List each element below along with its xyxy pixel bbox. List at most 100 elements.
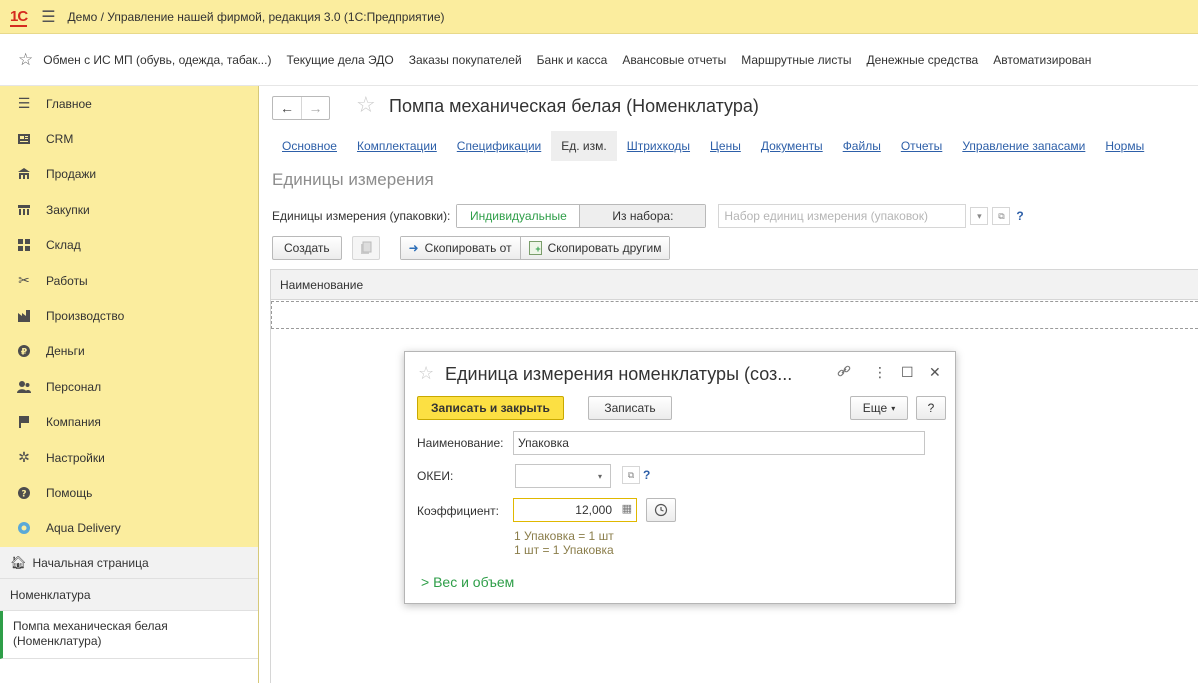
calculator-icon[interactable]: ▦ [622,502,632,515]
weight-volume-label: Вес и объем [433,574,515,590]
sidebar-item-label: Aqua Delivery [46,521,121,536]
favorite-star-icon[interactable]: ☆ [418,363,434,384]
app-logo: 1С [10,8,28,27]
tab-files[interactable]: Файлы [833,131,891,161]
create-button[interactable]: Создать [272,236,342,260]
dialog-title: Единица измерения номенклатуры (соз... [445,364,793,384]
conversion-hint: 1 Упаковка = 1 шт [514,529,614,543]
unit-dialog: ☆ Единица измерения номенклатуры (соз...… [404,351,956,604]
tab-barcodes[interactable]: Штрихкоды [617,131,700,161]
tab-main[interactable]: Основное [272,131,347,161]
units-mode-row: Единицы измерения (упаковки): Индивидуал… [272,204,1024,228]
svg-text:?: ? [21,489,26,499]
okei-input[interactable]: ▾ [515,464,611,488]
tab-documents[interactable]: Документы [751,131,833,161]
active-window-item[interactable]: Помпа механическая белая (Номенклатура) [0,611,258,659]
units-mode-switch: Индивидуальные Из набора: [456,204,707,228]
home-page-label: Начальная страница [32,555,149,570]
chevron-right-icon: > [421,574,430,590]
option-individual[interactable]: Индивидуальные [457,205,580,227]
copy-from-label: Скопировать от [424,241,512,255]
section-title: Единицы измерения [272,170,434,189]
sidebar-item-label: Продажи [46,167,97,182]
weight-volume-group[interactable]: > Вес и объем [421,574,514,590]
coefficient-input[interactable]: 12,000 ▦ [513,498,637,522]
close-icon[interactable]: ✕ [929,364,941,381]
copy-icon[interactable] [351,236,380,260]
menu-icon[interactable]: ☰ [41,7,55,27]
tab-norms[interactable]: Нормы [1095,131,1154,161]
sidebar-item-staff[interactable]: Персонал [0,369,258,404]
name-input[interactable]: Упаковка [513,431,925,455]
save-and-close-button[interactable]: Записать и закрыть [417,396,564,420]
tab-prices[interactable]: Цены [700,131,751,161]
dropdown-icon[interactable]: ▾ [590,465,610,487]
help-icon[interactable]: ? [643,468,650,482]
open-window-item[interactable]: Номенклатура [0,579,258,611]
copy-from-button[interactable]: ➜ Скопировать от [400,237,520,259]
tab-reports[interactable]: Отчеты [891,131,952,161]
maximize-icon[interactable]: ☐ [901,364,914,381]
favorites-star-icon[interactable]: ☆ [18,50,33,70]
dropdown-icon[interactable]: ▾ [970,207,989,225]
arrow-right-icon: ➜ [408,241,419,255]
help-button[interactable]: ? [916,396,946,420]
favorite-link[interactable]: Текущие дела ЭДО [286,53,393,67]
sidebar-item-help[interactable]: ? Помощь [0,475,258,510]
title-bar: 1С ☰ Демо / Управление нашей фирмой, ред… [0,0,1198,34]
forward-arrow-icon[interactable]: → [301,97,329,119]
open-icon[interactable]: ⧉ [622,466,640,484]
sidebar-item-settings[interactable]: ✲ Настройки [0,440,258,475]
table-row[interactable] [271,301,1198,329]
units-set-input[interactable]: Набор единиц измерения (упаковок) [718,204,967,228]
sidebar-item-label: Деньги [46,344,85,359]
option-from-set[interactable]: Из набора: [579,205,706,227]
favorite-link[interactable]: Маршрутные листы [741,53,851,67]
sidebar-item-main[interactable]: ☰ Главное [0,86,258,121]
flag-icon [14,412,34,432]
column-header-name[interactable]: Наименование [270,269,1198,300]
tab-specifications[interactable]: Спецификации [447,131,551,161]
sidebar-item-production[interactable]: Производство [0,298,258,333]
add-document-icon: + [528,241,542,255]
sidebar-item-aqua-delivery[interactable]: Aqua Delivery [0,511,258,546]
tab-units[interactable]: Ед. изм. [551,131,617,161]
sidebar-item-purchases[interactable]: Закупки [0,192,258,227]
favorite-star-icon[interactable]: ☆ [356,92,376,118]
favorite-link[interactable]: Заказы покупателей [409,53,522,67]
sidebar-item-sales[interactable]: Продажи [0,157,258,192]
sidebar-item-company[interactable]: Компания [0,405,258,440]
sidebar-item-works[interactable]: ✂ Работы [0,263,258,298]
back-arrow-icon[interactable]: ← [273,97,301,119]
coefficient-label: Коэффициент: [417,504,499,518]
sidebar-item-warehouse[interactable]: Склад [0,228,258,263]
favorite-link[interactable]: Денежные средства [866,53,978,67]
link-icon[interactable] [837,364,851,381]
favorite-link[interactable]: Авансовые отчеты [622,53,726,67]
warehouse-icon [14,235,34,255]
dialog-header: ☆ Единица измерения номенклатуры (соз...… [405,352,955,394]
sidebar-item-money[interactable]: ₽ Деньги [0,334,258,369]
open-windows-panel: 🏠︎ Начальная страница Номенклатура Помпа… [0,547,258,683]
more-actions-icon[interactable]: ⋮ [873,364,887,381]
home-page-link[interactable]: 🏠︎ Начальная страница [0,547,258,579]
more-button[interactable]: Еще ▾ [850,396,908,420]
shop-icon [14,164,34,184]
open-icon[interactable]: ⧉ [992,207,1011,225]
history-button[interactable] [646,498,676,522]
save-button[interactable]: Записать [588,396,672,420]
favorite-link[interactable]: Банк и касса [537,53,608,67]
tab-kits[interactable]: Комплектации [347,131,447,161]
sidebar-item-label: Помощь [46,485,93,500]
favorite-link[interactable]: Автоматизирован [993,53,1091,67]
tab-inventory[interactable]: Управление запасами [952,131,1095,161]
app-title: Демо / Управление нашей фирмой, редакция… [67,9,445,24]
okei-label: ОКЕИ: [417,469,454,483]
copy-to-others-button[interactable]: + Скопировать другим [519,237,670,259]
page-title: Помпа механическая белая (Номенклатура) [389,96,759,116]
help-icon[interactable]: ? [1016,209,1023,223]
copy-to-others-label: Скопировать другим [547,241,662,255]
sidebar-item-crm[interactable]: CRM [0,121,258,156]
sidebar: ☰ Главное CRM Продажи Закупки Склад ✂ Ра… [0,86,259,683]
favorite-link[interactable]: Обмен с ИС МП (обувь, одежда, табак...) [43,53,271,67]
